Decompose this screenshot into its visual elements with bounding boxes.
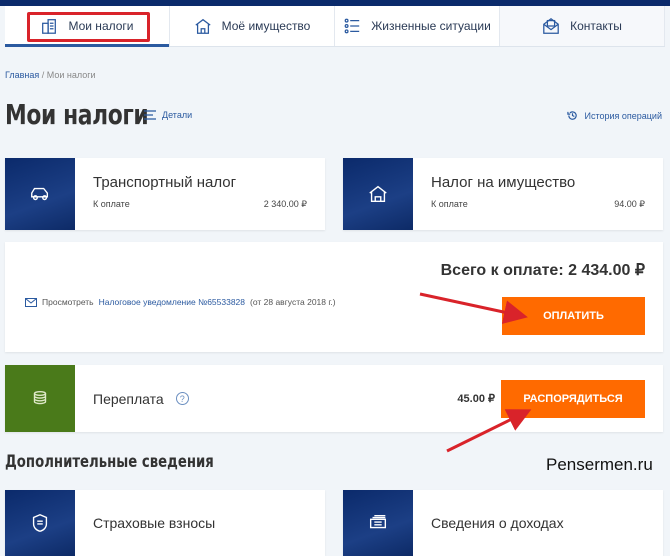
manage-button[interactable]: РАСПОРЯДИТЬСЯ [501, 380, 645, 418]
card-label: К оплате [93, 199, 130, 209]
house-icon [195, 18, 211, 34]
notice-view-label: Просмотреть [42, 297, 94, 307]
insurance-card[interactable]: Страховые взносы [5, 490, 325, 556]
breadcrumb-sep: / [39, 70, 47, 80]
notice-date: (от 28 августа 2018 г.) [250, 297, 336, 307]
overpayment-title: Переплата [93, 390, 164, 407]
icon-block [5, 365, 75, 432]
income-card[interactable]: Сведения о доходах [343, 490, 663, 556]
history-label: История операций [584, 110, 662, 121]
money-icon [369, 514, 387, 529]
property-tax-card[interactable]: Налог на имущество К оплате 94.00 ₽ [343, 158, 663, 230]
help-icon[interactable]: ? [175, 392, 189, 405]
overpayment-amount: 45.00 ₽ [457, 393, 495, 405]
mail-icon [543, 18, 559, 34]
house-icon [369, 185, 387, 203]
card-amount: 94.00 ₽ [614, 199, 645, 209]
watermark: Pensermen.ru [546, 455, 653, 474]
total-amount: Всего к оплате: 2 434.00 ₽ [440, 262, 645, 279]
icon-block [343, 158, 413, 230]
card-title: Налог на имущество [431, 174, 576, 191]
details-label: Детали [162, 110, 193, 120]
menu-icon [144, 110, 156, 120]
list-icon [344, 18, 360, 34]
icon-block [5, 490, 75, 556]
pay-button[interactable]: ОПЛАТИТЬ [502, 297, 645, 335]
tab-life-situations[interactable]: Жизненные ситуации [335, 6, 500, 46]
icon-block [5, 158, 75, 230]
car-icon [31, 187, 49, 201]
history-link[interactable]: История операций [567, 110, 662, 121]
breadcrumb-home[interactable]: Главная [5, 70, 39, 80]
page-title: Мои налоги [5, 98, 149, 131]
shield-coins-icon [32, 514, 48, 532]
card-title: Сведения о доходах [431, 515, 564, 531]
annotation-highlight-box [27, 12, 150, 42]
tab-contacts[interactable]: Контакты [500, 6, 665, 46]
card-title: Транспортный налог [93, 174, 237, 191]
tab-label: Контакты [570, 19, 622, 33]
card-label: К оплате [431, 199, 468, 209]
coins-icon [33, 390, 47, 404]
tab-label: Моё имущество [221, 19, 311, 33]
breadcrumb-current: Мои налоги [46, 70, 96, 80]
notice-row: Просмотреть Налоговое уведомление №65533… [25, 297, 336, 307]
card-amount: 2 340.00 ₽ [263, 199, 307, 209]
notice-link[interactable]: Налоговое уведомление №65533828 [99, 297, 245, 307]
breadcrumb: Главная / Мои налоги [5, 70, 96, 80]
icon-block [343, 490, 413, 556]
tab-my-property[interactable]: Моё имущество [170, 6, 335, 46]
section-heading: Дополнительные сведения [5, 452, 214, 472]
tab-label: Жизненные ситуации [371, 19, 491, 33]
card-title: Страховые взносы [93, 515, 216, 531]
history-icon [567, 111, 578, 120]
envelope-icon [25, 297, 37, 307]
transport-tax-card[interactable]: Транспортный налог К оплате 2 340.00 ₽ [5, 158, 325, 230]
details-link[interactable]: Детали [144, 110, 192, 120]
